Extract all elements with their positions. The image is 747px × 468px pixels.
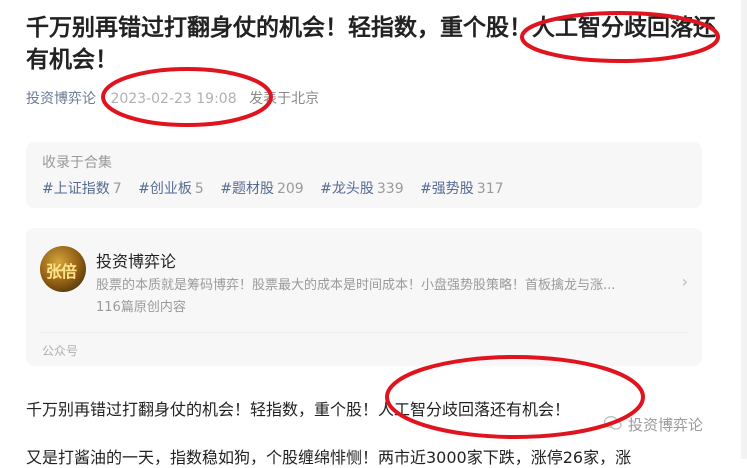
wechat-icon: [603, 415, 622, 434]
article-meta: 投资博弈论 2023-02-23 19:08 发表于北京: [26, 88, 319, 108]
chevron-right-icon: ›: [681, 272, 688, 291]
watermark-text: 投资博弈论: [628, 416, 704, 434]
scrollbar-track[interactable]: [741, 0, 747, 459]
tag-link[interactable]: #题材股 209: [220, 181, 303, 197]
tag-link[interactable]: #上证指数 7: [42, 181, 122, 197]
author-link[interactable]: 投资博弈论: [26, 91, 96, 107]
article-title: 千万别再错过打翻身仗的机会！轻指数，重个股！人工智分歧回落还有机会！: [26, 15, 716, 73]
body-paragraph-2: 又是打酱油的一天，指数稳如狗，个股缠绵悱恻！两市近3000家下跌，涨停26家，涨: [26, 448, 632, 467]
tag-link[interactable]: #强势股 317: [420, 181, 503, 197]
collection-caption: 收录于合集: [42, 155, 112, 171]
watermark: 投资博弈论: [603, 414, 704, 435]
account-stats: 116篇原创内容: [96, 300, 186, 315]
collection-tags: #上证指数 7 #创业板 5 #题材股 209 #龙头股 339 #强势股 317: [42, 178, 516, 198]
divider: [40, 332, 688, 333]
account-name: 投资博弈论: [96, 252, 177, 271]
tag-link[interactable]: #创业板 5: [138, 181, 204, 197]
publish-location: 发表于北京: [249, 91, 320, 107]
collection-card: 收录于合集 #上证指数 7 #创业板 5 #题材股 209 #龙头股 339 #强势股 3…: [26, 142, 702, 208]
avatar-logo-text: 张倍: [46, 262, 77, 281]
avatar: 张倍: [40, 246, 86, 292]
tag-link[interactable]: #龙头股 339: [320, 181, 403, 197]
account-description: 股票的本质就是筹码博弈！股票最大的成本是时间成本！小盘强势股策略！首板擒龙与涨.…: [96, 278, 616, 293]
account-type-label: 公众号: [42, 344, 79, 358]
account-profile-card[interactable]: 张倍 投资博弈论 股票的本质就是筹码博弈！股票最大的成本是时间成本！小盘强势股策…: [26, 228, 702, 366]
body-paragraph-1: 千万别再错过打翻身仗的机会！轻指数，重个股！人工智分歧回落还有机会！: [26, 400, 571, 419]
publish-datetime: 2023-02-23 19:08: [110, 91, 237, 107]
